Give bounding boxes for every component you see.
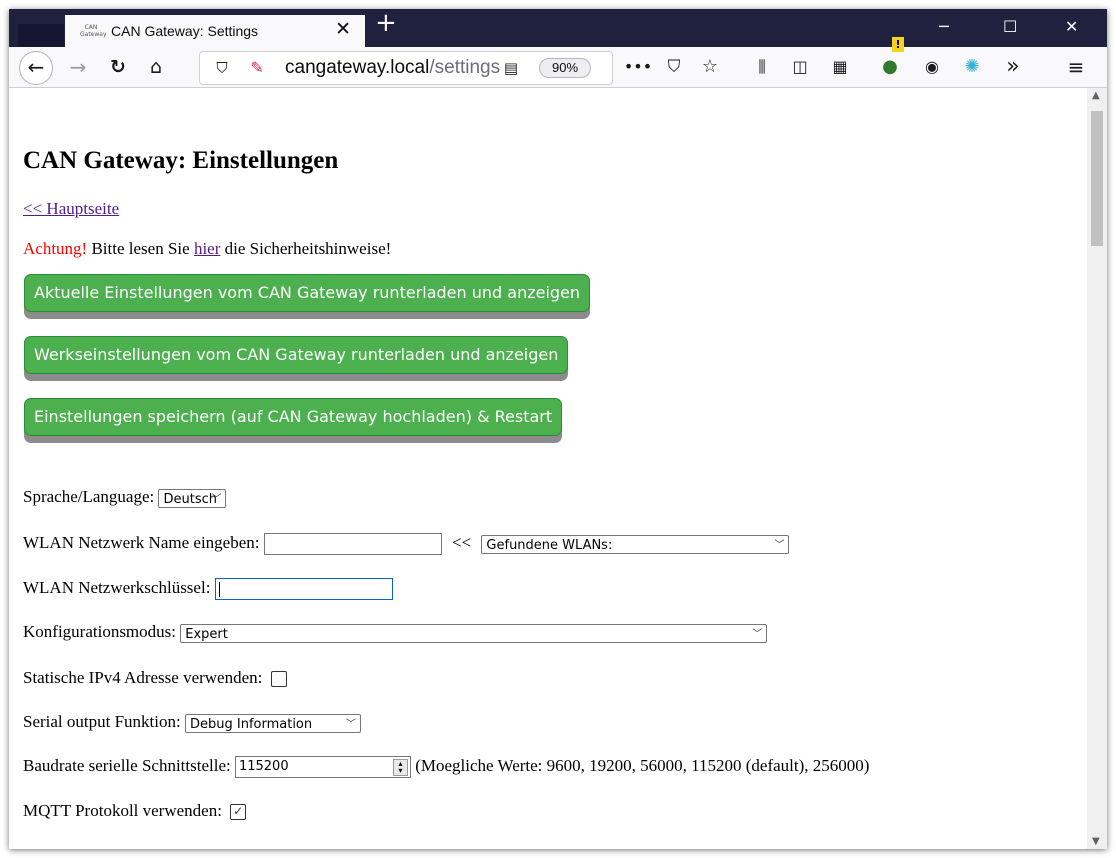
favicon-icon: CAN Gateway — [80, 24, 107, 38]
pocket-icon[interactable]: ⛉ — [661, 47, 687, 87]
checkmark-icon: ✓ — [233, 804, 244, 819]
back-button[interactable]: ← — [19, 51, 53, 85]
found-wlans-select[interactable]: Gefundene WLANs: ﹀ — [481, 534, 790, 554]
serial-output-value: Debug Information — [189, 716, 313, 732]
serial-output-label: Serial output Funktion: — [23, 712, 181, 731]
chevron-down-icon: ﹀ — [752, 628, 763, 640]
language-row: Sprache/Language: Deutsch ﹀ — [23, 487, 227, 508]
scrollbar-thumb[interactable] — [1091, 111, 1103, 246]
chevron-down-icon: ﹀ — [345, 718, 356, 730]
config-mode-label: Konfigurationsmodus: — [23, 622, 176, 641]
warning-text-1: Bitte lesen Sie — [87, 239, 194, 258]
extension-alert-icon[interactable]: ●! — [875, 37, 905, 87]
reload-button[interactable]: ↻ — [104, 47, 132, 87]
chevron-down-icon: ﹀ — [211, 493, 222, 505]
wlan-name-input[interactable] — [263, 533, 442, 556]
static-ip-label: Statische IPv4 Adresse verwenden: — [23, 668, 263, 687]
url-host: cangateway.local — [285, 57, 430, 78]
static-ip-checkbox[interactable] — [270, 671, 287, 688]
config-mode-select[interactable]: Expert ﹀ — [180, 623, 768, 643]
extension-news-icon[interactable]: ▦ — [827, 47, 853, 87]
page-content: CAN Gateway: Einstellungen << Hauptseite… — [9, 88, 1087, 849]
warning-text-2: die Sicherheitshinweise! — [220, 239, 392, 258]
tab-title: CAN Gateway: Settings — [111, 23, 259, 39]
save-and-restart-button[interactable]: Einstellungen speichern (auf CAN Gateway… — [24, 398, 563, 436]
bookmark-star-icon[interactable]: ☆ — [697, 47, 723, 87]
account-icon[interactable]: ◉ — [919, 47, 945, 87]
page-title: CAN Gateway: Einstellungen — [23, 147, 339, 174]
baudrate-input[interactable]: 115200 ▴ ▾ — [234, 756, 411, 779]
hamburger-menu-icon[interactable]: ≡ — [1061, 47, 1091, 87]
serial-output-select[interactable]: Debug Information ﹀ — [184, 713, 361, 733]
wlan-key-label: WLAN Netzwerkschlüssel: — [23, 578, 211, 597]
sidebar-icon[interactable]: ◫ — [787, 47, 813, 87]
wlan-arrow-label: << — [451, 533, 472, 552]
scroll-up-icon[interactable]: ▲ — [1092, 90, 1100, 101]
text-caret — [218, 582, 220, 598]
url-path: /settings — [429, 57, 501, 78]
baudrate-value: 115200 — [238, 759, 289, 775]
download-factory-settings-button[interactable]: Werkseinstellungen vom CAN Gateway runte… — [24, 336, 569, 374]
url-bar[interactable]: ⛉ ✎ cangateway.local/settings ▤ 90% — [199, 51, 613, 85]
safety-link[interactable]: hier — [194, 239, 220, 258]
static-ip-row: Statische IPv4 Adresse verwenden: — [23, 668, 287, 688]
react-devtools-icon[interactable]: ✺ — [959, 47, 985, 87]
home-button[interactable]: ⌂ — [142, 47, 170, 87]
close-tab-icon[interactable]: ✕ — [335, 18, 351, 40]
language-label: Sprache/Language: — [23, 487, 155, 506]
browser-window: CAN Gateway CAN Gateway: Settings ✕ + ─ … — [9, 9, 1107, 849]
serial-output-row: Serial output Funktion: Debug Informatio… — [23, 712, 361, 733]
reader-view-icon[interactable]: ▤ — [500, 48, 522, 88]
warning-line: Achtung! Bitte lesen Sie hier die Sicher… — [23, 239, 391, 259]
new-tab-icon[interactable]: + — [375, 9, 397, 38]
baudrate-row: Baudrate serielle Schnittstelle: 115200 ▴… — [23, 756, 870, 779]
wlan-name-row: WLAN Netzwerk Name eingeben: << Gefunden… — [23, 533, 790, 556]
chevron-down-icon: ﹀ — [774, 539, 785, 551]
wlan-key-input[interactable] — [214, 578, 393, 601]
vertical-scrollbar[interactable]: ▲ ▼ — [1087, 88, 1107, 849]
alert-badge-icon: ! — [892, 37, 904, 52]
overflow-chevron-icon[interactable]: » — [999, 47, 1027, 87]
language-value: Deutsch — [163, 491, 217, 507]
wlan-name-label: WLAN Netzwerk Name eingeben: — [23, 533, 260, 552]
warning-label: Achtung! — [23, 239, 88, 258]
maximize-icon[interactable]: ☐ — [1003, 17, 1017, 36]
config-mode-value: Expert — [185, 626, 228, 642]
url-text[interactable]: cangateway.local/settings — [285, 57, 500, 79]
minimize-icon[interactable]: ─ — [939, 17, 949, 36]
mqtt-checkbox[interactable]: ✓ — [230, 804, 247, 821]
mqtt-label: MQTT Protokoll verwenden: — [23, 801, 222, 820]
tracking-shield-icon[interactable]: ⛉ — [212, 48, 232, 88]
found-wlans-value: Gefundene WLANs: — [486, 537, 613, 553]
mqtt-row: MQTT Protokoll verwenden: ✓ — [23, 801, 247, 821]
language-select[interactable]: Deutsch ﹀ — [158, 488, 227, 508]
library-icon[interactable]: ⫼ — [749, 47, 775, 87]
navigation-bar: ← → ↻ ⌂ ⛉ ✎ cangateway.local/settings ▤ … — [9, 37, 1107, 88]
spinner-arrows-icon[interactable]: ▴ ▾ — [392, 759, 408, 777]
back-link-line: << Hauptseite — [23, 199, 119, 219]
page-actions-icon[interactable]: ••• — [623, 47, 653, 87]
zoom-indicator[interactable]: 90% — [539, 58, 591, 78]
baudrate-hint: (Moegliche Werte: 9600, 19200, 56000, 11… — [415, 756, 870, 775]
baudrate-label: Baudrate serielle Schnittstelle: — [23, 756, 231, 775]
insecure-lock-icon[interactable]: ✎ — [245, 48, 269, 88]
scroll-down-icon[interactable]: ▼ — [1092, 836, 1100, 847]
download-current-settings-button[interactable]: Aktuelle Einstellungen vom CAN Gateway r… — [24, 274, 591, 312]
tab-strip-spacer — [18, 24, 64, 47]
wlan-key-row: WLAN Netzwerkschlüssel: — [23, 578, 393, 601]
forward-button[interactable]: → — [64, 47, 92, 87]
config-mode-row: Konfigurationsmodus: Expert ﹀ — [23, 622, 768, 643]
window-close-icon[interactable]: ✕ — [1065, 17, 1078, 36]
tab-bar: CAN Gateway CAN Gateway: Settings ✕ + ─ … — [9, 9, 1107, 47]
active-tab[interactable]: CAN Gateway CAN Gateway: Settings ✕ — [65, 15, 365, 47]
back-link[interactable]: << Hauptseite — [23, 199, 119, 218]
